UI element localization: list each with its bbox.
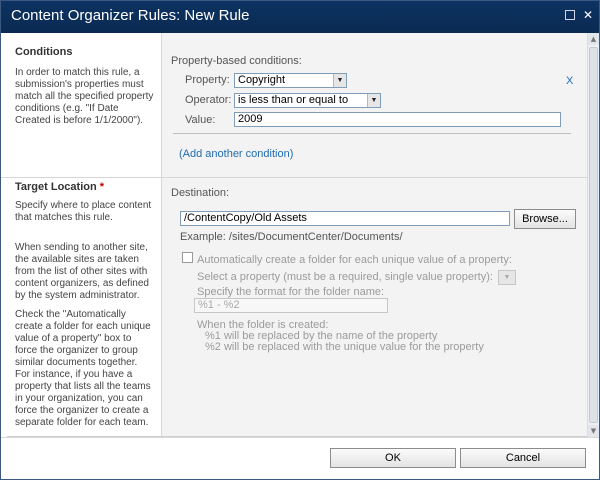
property-select-value: Copyright [238, 74, 286, 86]
conditions-description: In order to match this rule, a submissio… [15, 67, 154, 126]
auto-folder-checkbox[interactable] [182, 252, 193, 263]
conditions-separator [173, 133, 571, 134]
scroll-down-icon[interactable]: ▼ [588, 425, 599, 437]
chevron-down-icon: ▼ [367, 94, 380, 107]
select-property-label: Select a property (must be a required, s… [197, 271, 493, 283]
operator-label: Operator: [185, 94, 232, 106]
dialog-content: Conditions In order to match this rule, … [1, 33, 587, 437]
dialog-title: Content Organizer Rules: New Rule [11, 7, 250, 24]
value-input[interactable]: 2009 [234, 112, 561, 127]
title-bar: Content Organizer Rules: New Rule ✕ [1, 1, 599, 33]
conditions-title: Conditions [15, 46, 73, 58]
remove-condition-link[interactable]: X [566, 75, 573, 87]
property-select[interactable]: Copyright ▼ [234, 73, 347, 88]
operator-select[interactable]: is less than or equal to ▼ [234, 93, 381, 108]
maximize-icon[interactable] [565, 10, 575, 20]
ok-button[interactable]: OK [330, 448, 456, 468]
vertical-scrollbar[interactable]: ▲ ▼ [587, 33, 599, 437]
cancel-button[interactable]: Cancel [460, 448, 586, 468]
scroll-up-icon[interactable]: ▲ [588, 33, 599, 45]
dialog: Content Organizer Rules: New Rule ✕ Cond… [0, 0, 600, 480]
close-icon[interactable]: ✕ [581, 8, 595, 22]
property-label: Property: [185, 74, 230, 86]
target-description-3: Check the "Automatically create a folder… [15, 309, 151, 428]
chevron-down-icon: ▼ [499, 271, 515, 284]
property-conditions-header: Property-based conditions: [171, 55, 302, 67]
destination-label: Destination: [171, 187, 230, 199]
destination-example: Example: /sites/DocumentCenter/Documents… [180, 231, 403, 243]
target-location-title-text: Target Location [15, 181, 97, 193]
operator-select-value: is less than or equal to [238, 94, 349, 106]
chevron-down-icon: ▼ [333, 74, 346, 87]
replace-note-2: %2 will be replaced with the unique valu… [205, 341, 484, 353]
browse-button[interactable]: Browse... [514, 209, 576, 229]
destination-input[interactable]: /ContentCopy/Old Assets [180, 211, 510, 226]
value-label: Value: [185, 114, 216, 126]
required-mark: * [99, 181, 105, 193]
folder-format-label: Specify the format for the folder name: [197, 286, 385, 298]
add-another-condition-link[interactable]: (Add another condition) [179, 148, 293, 160]
auto-folder-label: Automatically create a folder for each u… [197, 254, 512, 266]
target-description-1: Specify where to place content that matc… [15, 200, 152, 223]
folder-property-select[interactable]: ▼ [498, 270, 516, 285]
dialog-footer: OK Cancel [1, 437, 599, 479]
scroll-thumb[interactable] [589, 47, 598, 423]
folder-format-input[interactable]: %1 - %2 [194, 298, 388, 313]
section-divider [1, 177, 587, 178]
target-description-2: When sending to another site, the availa… [15, 242, 149, 301]
target-location-title: Target Location * [15, 181, 104, 193]
